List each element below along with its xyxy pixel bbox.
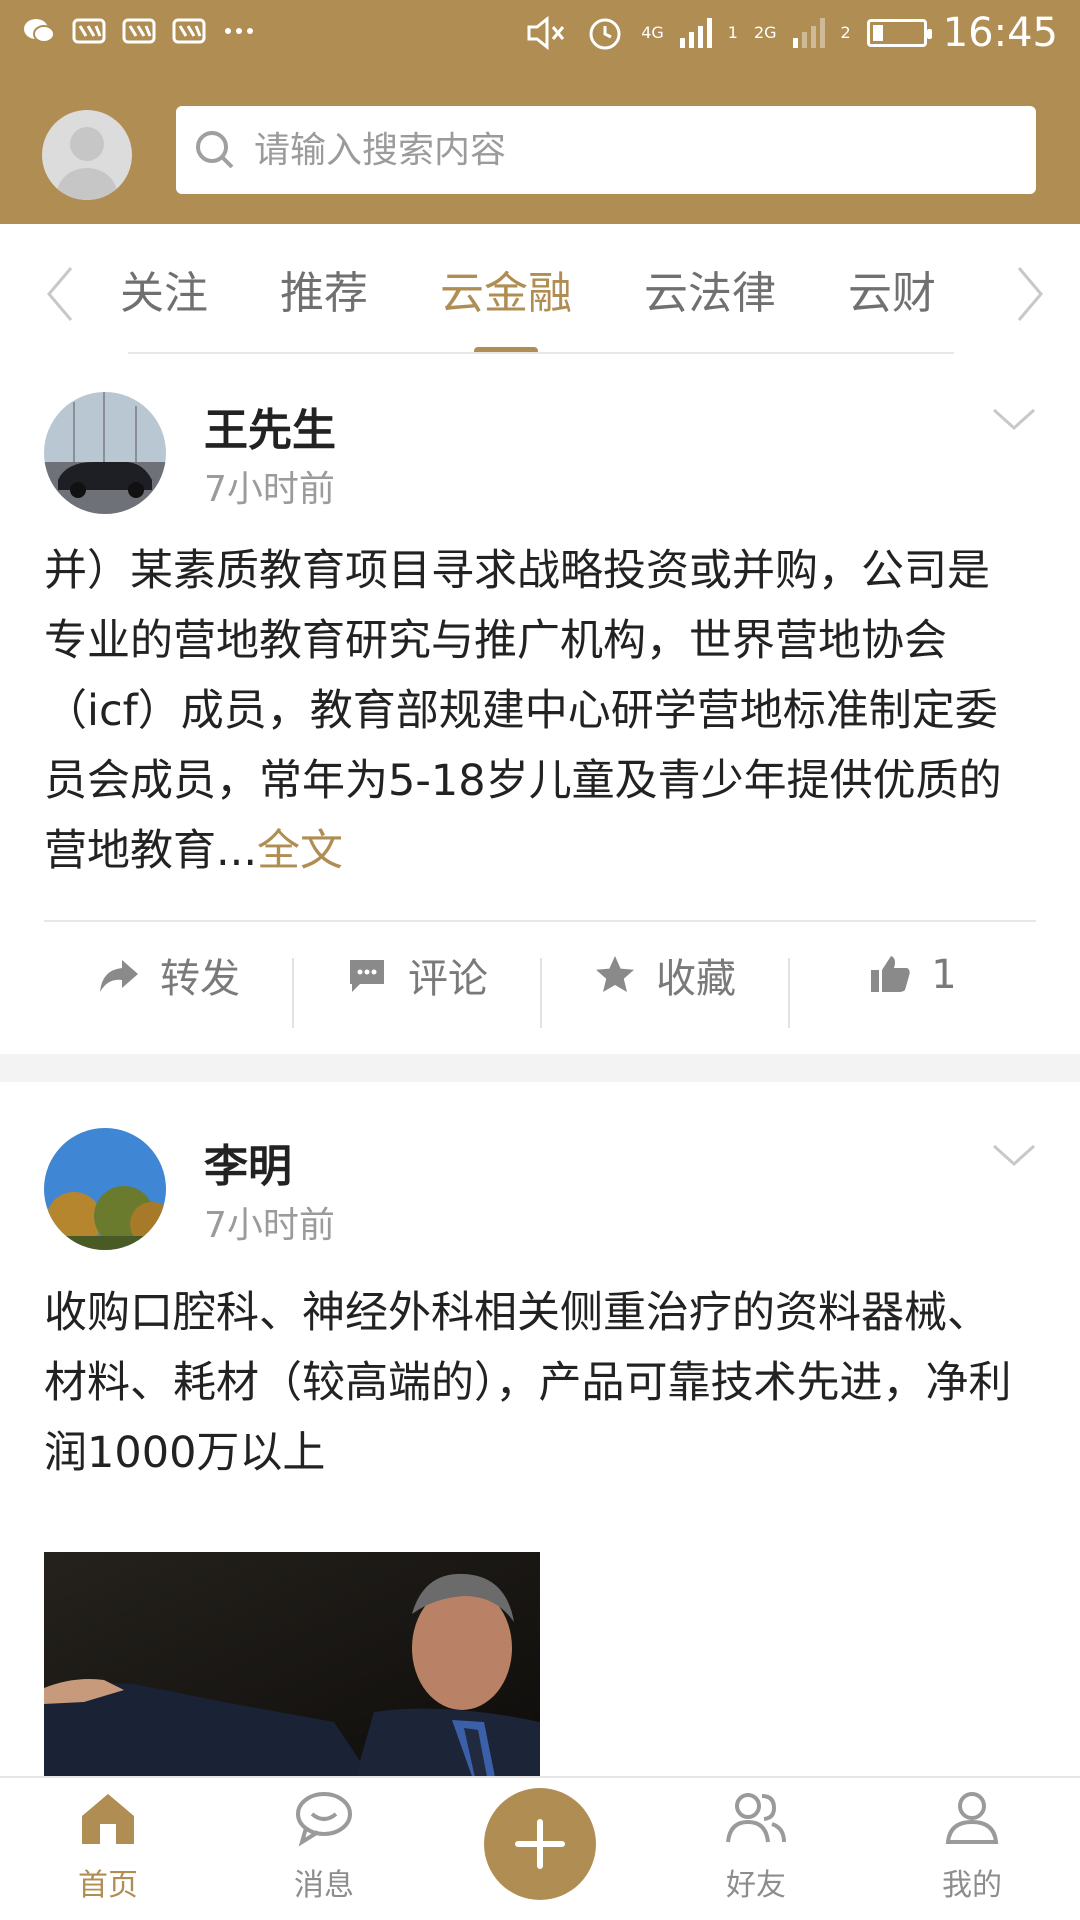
favorite-label: 收藏 [656,956,736,1002]
taobao-icon [172,18,206,44]
chevron-down-icon[interactable] [988,1136,1040,1176]
car-photo-avatar [44,392,166,514]
post-text: 收购口腔科、神经外科相关侧重治疗的资料器械、材料、耗材（较高端的），产品可靠技术… [44,1288,1012,1478]
forward-button[interactable]: 转发 [44,922,292,1028]
alarm-icon [589,18,621,50]
nav-home[interactable]: 首页 [0,1778,216,1920]
like-button[interactable]: 1 [788,922,1036,1028]
comment-label: 评论 [408,956,488,1002]
plus-circle[interactable] [484,1788,596,1900]
create-post-button[interactable] [432,1778,648,1920]
post-time: 7小时前 [204,1205,335,1246]
nav-mine[interactable]: 我的 [864,1778,1080,1920]
nav-home-label: 首页 [78,1868,138,1903]
favorite-button[interactable]: 收藏 [540,922,788,1028]
post-text: 并）某素质教育项目寻求战略投资或并购，公司是专业的营地教育研究与推广机构，世界营… [44,546,1002,876]
tab-follow[interactable]: 关注 [120,257,208,321]
post-separator [0,1054,1080,1082]
chevron-down-icon[interactable] [988,400,1040,440]
post-author-avatar[interactable] [44,392,166,514]
nav-friends-label: 好友 [726,1868,786,1903]
post-author-avatar[interactable] [44,1128,166,1250]
man-pointing-photo [44,1552,540,1776]
category-tabs: 关注 推荐 云金融 云法律 云财 [0,224,1080,354]
comment-button[interactable]: 评论 [292,922,540,1028]
tab-cloud-finance-2[interactable]: 云财 [848,257,936,321]
post-author-name[interactable]: 李明 [204,1130,292,1194]
chevron-left-icon [47,267,73,321]
taobao-icon [72,18,106,44]
signal-icon [679,18,712,48]
more-dots-icon [225,28,253,34]
post-time: 7小时前 [204,469,335,510]
taobao-icon [122,18,156,44]
mute-icon [527,15,565,51]
status-right: 4G 1 2G 2 16:45 [525,10,1058,56]
network-label-2: 2G [753,23,777,42]
tab-recommend[interactable]: 推荐 [280,257,368,321]
tree-photo-avatar [44,1128,166,1250]
forward-label: 转发 [160,956,240,1002]
tabs-scroll-left[interactable] [30,254,90,334]
friends-icon [726,1793,786,1843]
chat-bubble-icon [296,1792,352,1847]
search-input[interactable] [254,129,1014,171]
post-actions: 转发 评论 收藏 1 [44,920,1036,1028]
like-count: 1 [931,952,957,998]
bottom-nav: 首页 消息 好友 我的 [0,1776,1080,1920]
nav-messages[interactable]: 消息 [216,1778,432,1920]
share-arrow-icon [100,960,138,992]
tab-list: 关注 推荐 云金融 云法律 云财 [120,224,950,354]
profile-icon [945,1792,999,1844]
post-author-name[interactable]: 王先生 [204,394,336,458]
status-bar: 4G 1 2G 2 16:45 [0,0,1080,70]
star-icon [596,956,634,992]
network-label-1: 4G [641,23,664,42]
read-more-link[interactable]: 全文 [257,826,343,876]
sim-label-1: 1 [727,23,738,42]
post-card: 李明 7小时前 收购口腔科、神经外科相关侧重治疗的资料器械、材料、耗材（较高端的… [0,1082,1080,1776]
home-icon [82,1794,134,1844]
tab-cloud-finance[interactable]: 云金融 [440,257,572,354]
nav-friends[interactable]: 好友 [648,1778,864,1920]
avatar-placeholder-icon [57,127,117,200]
user-avatar[interactable] [42,110,132,200]
wechat-icon [24,19,55,43]
clock: 16:45 [942,10,1058,56]
signal-icon-2 [792,18,825,48]
battery-icon [866,19,932,47]
search-icon [196,131,234,169]
header: 4G 1 2G 2 16:45 [0,0,1080,224]
tabs-scroll-right[interactable] [1000,254,1060,334]
post-image[interactable] [44,1552,540,1776]
comment-icon [350,960,384,992]
plus-icon [515,1819,565,1869]
post-card: 王先生 7小时前 并）某素质教育项目寻求战略投资或并购，公司是专业的营地教育研究… [0,354,1080,1054]
search-bar[interactable] [176,106,1036,194]
battery-level [872,25,883,41]
nav-messages-label: 消息 [294,1868,354,1903]
tab-cloud-law[interactable]: 云法律 [644,257,776,321]
app-screen: 4G 1 2G 2 16:45 关注 [0,0,1080,1920]
nav-mine-label: 我的 [942,1868,1002,1903]
post-content[interactable]: 收购口腔科、神经外科相关侧重治疗的资料器械、材料、耗材（较高端的），产品可靠技术… [44,1278,1024,1488]
chevron-right-icon [1017,267,1043,321]
thumbs-up-icon [871,956,910,992]
status-left [22,14,256,48]
post-content[interactable]: 并）某素质教育项目寻求战略投资或并购，公司是专业的营地教育研究与推广机构，世界营… [44,536,1024,886]
sim-label-2: 2 [840,23,851,42]
